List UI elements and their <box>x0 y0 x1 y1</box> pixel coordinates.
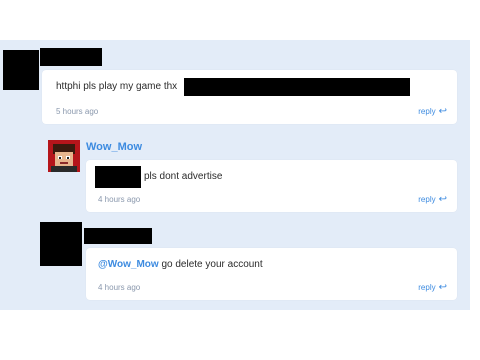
comment-username[interactable]: Wow_Mow <box>86 141 142 153</box>
mention-link[interactable]: @Wow_Mow <box>98 259 159 270</box>
comment-text: @Wow_Mow go delete your account <box>98 259 263 270</box>
comment-bubble: httphi pls play my game thx 5 hours ago … <box>42 70 457 124</box>
comment-timestamp: 4 hours ago <box>98 283 141 292</box>
redacted-username <box>40 48 102 66</box>
reply-arrow-icon: ↩ <box>438 194 447 205</box>
comment-text: pls dont advertise <box>144 171 223 182</box>
redacted-avatar <box>3 50 39 90</box>
reply-button[interactable]: reply ↩ <box>418 282 447 293</box>
redacted-link <box>184 78 410 96</box>
comment-timestamp: 5 hours ago <box>56 107 99 116</box>
reply-button[interactable]: reply ↩ <box>418 106 447 117</box>
reply-arrow-icon: ↩ <box>438 106 447 117</box>
avatar[interactable] <box>48 140 80 172</box>
reply-button[interactable]: reply ↩ <box>418 194 447 205</box>
comment-bubble: pls dont advertise 4 hours ago reply ↩ <box>86 160 457 212</box>
comment-timestamp: 4 hours ago <box>98 195 141 204</box>
reply-arrow-icon: ↩ <box>438 282 447 293</box>
comment-text-body: go delete your account <box>161 259 263 270</box>
comment-bubble: @Wow_Mow go delete your account 4 hours … <box>86 248 457 300</box>
redacted-avatar <box>40 222 82 266</box>
redacted-username <box>84 228 152 244</box>
redacted-username <box>95 166 141 188</box>
comment-text: httphi pls play my game thx <box>56 81 178 92</box>
